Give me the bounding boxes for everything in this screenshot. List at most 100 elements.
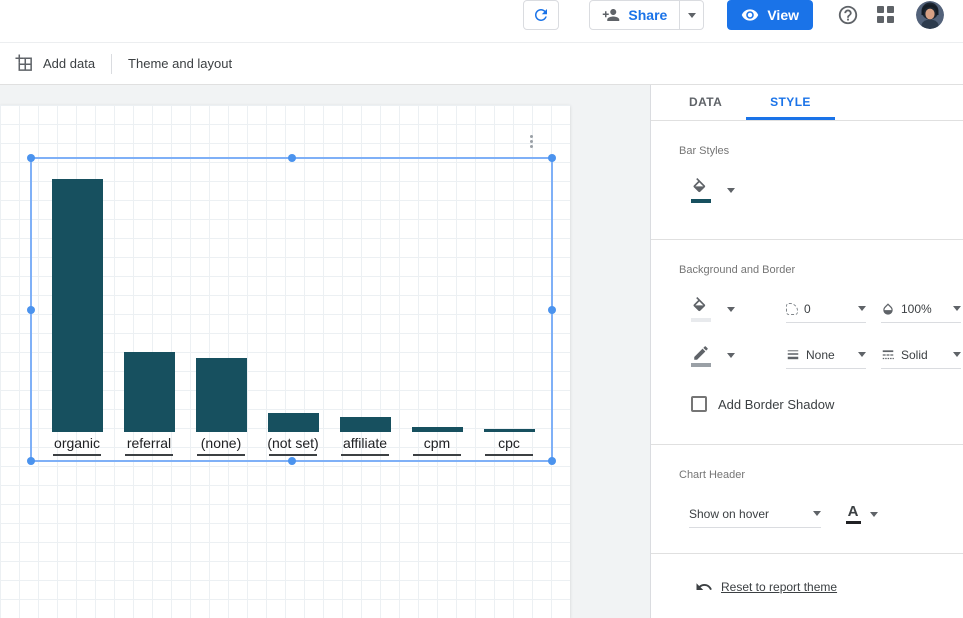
font-color-swatch <box>846 521 861 524</box>
chart-overflow-menu-icon[interactable] <box>524 135 538 148</box>
app-header: Share View <box>0 0 963 43</box>
bar <box>340 417 391 432</box>
border-weight-select[interactable]: None <box>786 342 866 369</box>
bar-column: organic <box>41 179 113 456</box>
bar-category-label: cpc <box>498 434 520 452</box>
bar <box>52 179 103 432</box>
help-icon <box>837 4 859 26</box>
line-weight-icon <box>786 348 800 362</box>
tab-style[interactable]: STYLE <box>746 85 835 120</box>
bar-column: affiliate <box>329 179 401 456</box>
bar-chart[interactable]: organicreferral(none)(not set)affiliatec… <box>41 179 545 456</box>
opacity-select[interactable]: 100% <box>881 296 961 323</box>
header-font-color-picker[interactable]: A <box>845 504 878 524</box>
resize-handle-middle-right[interactable] <box>548 306 556 314</box>
apps-launcher-button[interactable] <box>875 0 897 30</box>
section-bar-styles: Bar Styles <box>651 121 963 240</box>
resize-handle-top-middle[interactable] <box>288 154 296 162</box>
chevron-down-icon <box>858 352 866 357</box>
share-dropdown-arrow[interactable] <box>679 1 703 29</box>
refresh-button[interactable] <box>523 0 559 30</box>
reset-row: Reset to report theme <box>651 554 963 596</box>
tab-data[interactable]: DATA <box>665 85 746 120</box>
eye-icon <box>741 6 759 24</box>
share-button[interactable]: Share <box>589 0 704 30</box>
person-add-icon <box>602 6 620 24</box>
add-data-label: Add data <box>43 56 95 71</box>
corner-radius-select[interactable]: 0 <box>786 296 866 323</box>
resize-handle-middle-left[interactable] <box>27 306 35 314</box>
bar-column: (not set) <box>257 179 329 456</box>
bar <box>124 352 175 432</box>
bar-color-swatch <box>691 199 711 203</box>
share-button-main[interactable]: Share <box>590 1 679 29</box>
chevron-down-icon <box>727 307 735 312</box>
background-border-title: Background and Border <box>679 264 963 276</box>
font-color-letter: A <box>848 504 859 519</box>
resize-handle-bottom-middle[interactable] <box>288 457 296 465</box>
toolbar-divider <box>111 54 112 74</box>
line-style-icon <box>881 348 895 362</box>
bar-color-picker[interactable] <box>689 178 737 203</box>
chevron-down-icon <box>858 306 866 311</box>
report-canvas[interactable]: organicreferral(none)(not set)affiliatec… <box>0 105 570 618</box>
chevron-down-icon <box>688 13 696 18</box>
axis-baseline-segment <box>485 454 533 456</box>
axis-baseline-segment <box>269 454 317 456</box>
bar <box>268 413 319 432</box>
add-border-shadow-option[interactable]: Add Border Shadow <box>691 396 963 412</box>
bar-category-label: (not set) <box>267 434 318 452</box>
pen-icon <box>692 344 710 362</box>
properties-panel: DATA STYLE Bar Styles Background and Bor… <box>650 85 963 618</box>
resize-handle-top-right[interactable] <box>548 154 556 162</box>
theme-and-layout-label: Theme and layout <box>128 56 232 71</box>
border-weight-value: None <box>806 348 852 362</box>
resize-handle-top-left[interactable] <box>27 154 35 162</box>
border-shadow-label: Add Border Shadow <box>718 397 834 412</box>
add-data-button[interactable]: Add data <box>15 54 95 73</box>
view-button[interactable]: View <box>727 0 813 30</box>
bar-category-label: cpm <box>424 434 450 452</box>
avatar[interactable] <box>916 1 944 29</box>
chevron-down-icon <box>727 353 735 358</box>
help-button[interactable] <box>836 0 860 30</box>
axis-baseline-segment <box>341 454 389 456</box>
chevron-down-icon <box>953 306 961 311</box>
border-color-picker[interactable] <box>689 344 737 367</box>
bar-category-label: affiliate <box>343 434 387 452</box>
background-color-picker[interactable] <box>689 297 737 322</box>
bar-column: cpc <box>473 179 545 456</box>
axis-baseline-segment <box>197 454 245 456</box>
apps-grid-icon <box>877 6 895 24</box>
bar-category-label: organic <box>54 434 100 452</box>
share-button-label: Share <box>628 7 667 23</box>
bar <box>412 427 463 432</box>
section-chart-header: Chart Header Show on hover A <box>651 445 963 554</box>
border-style-value: Solid <box>901 348 947 362</box>
resize-handle-bottom-right[interactable] <box>548 457 556 465</box>
theme-and-layout-button[interactable]: Theme and layout <box>128 56 232 71</box>
reset-to-report-theme-link[interactable]: Reset to report theme <box>721 580 837 594</box>
border-style-select[interactable]: Solid <box>881 342 961 369</box>
border-shadow-checkbox[interactable] <box>691 396 707 412</box>
edit-toolbar: Add data Theme and layout <box>0 43 963 85</box>
chart-header-visibility-select[interactable]: Show on hover <box>689 501 821 528</box>
axis-baseline-segment <box>413 454 461 456</box>
opacity-value: 100% <box>901 302 947 316</box>
view-button-label: View <box>767 7 799 23</box>
corner-radius-icon <box>786 303 798 315</box>
chevron-down-icon <box>953 352 961 357</box>
axis-baseline-segment <box>125 454 173 456</box>
chart-header-visibility-value: Show on hover <box>689 507 807 521</box>
opacity-droplet-icon <box>881 302 895 316</box>
add-data-icon <box>15 54 34 73</box>
refresh-icon <box>532 6 550 24</box>
bar <box>196 358 247 432</box>
bar-styles-title: Bar Styles <box>679 145 963 157</box>
resize-handle-bottom-left[interactable] <box>27 457 35 465</box>
panel-tabs: DATA STYLE <box>651 85 963 121</box>
chart-header-title: Chart Header <box>679 469 963 481</box>
bar <box>484 429 535 432</box>
bar-column: cpm <box>401 179 473 456</box>
paint-bucket-icon <box>691 297 711 317</box>
